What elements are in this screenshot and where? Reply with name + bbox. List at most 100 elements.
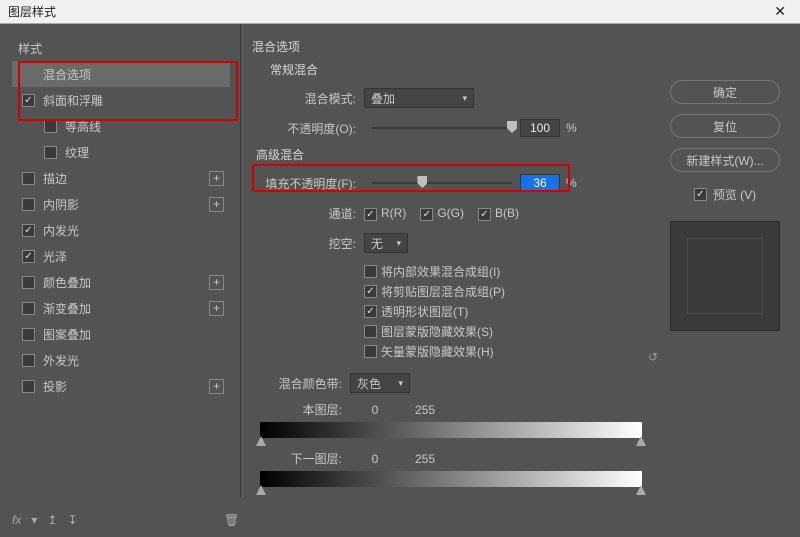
opacity-input[interactable]: 100: [520, 119, 560, 137]
option-label: 将剪贴图层混合成组(P): [381, 283, 505, 300]
adv-option-1[interactable]: 将剪贴图层混合成组(P): [364, 281, 650, 301]
styles-sidebar: 样式 混合选项斜面和浮雕等高线纹理描边+内阴影+内发光光泽颜色叠加+渐变叠加+图…: [12, 36, 230, 497]
chevron-down-icon: ▾: [396, 238, 401, 249]
style-label: 颜色叠加: [43, 274, 209, 291]
knockout-label: 挖空:: [252, 235, 364, 252]
option-label: 将内部效果混合成组(I): [381, 263, 500, 280]
style-item-5[interactable]: 内阴影+: [12, 191, 230, 217]
style-item-10[interactable]: 图案叠加: [12, 321, 230, 347]
style-label: 描边: [43, 170, 209, 187]
option-checkbox[interactable]: [364, 325, 377, 338]
preview-checkbox[interactable]: [694, 188, 707, 201]
style-item-2[interactable]: 等高线: [12, 113, 230, 139]
style-label: 投影: [43, 378, 209, 395]
blend-mode-label: 混合模式:: [252, 90, 364, 107]
option-label: 透明形状图层(T): [381, 303, 468, 320]
chevron-down-icon[interactable]: ▾: [31, 513, 37, 527]
close-icon[interactable]: ✕: [768, 3, 792, 20]
style-label: 光泽: [43, 248, 224, 265]
arrow-down-icon[interactable]: ↧: [67, 513, 77, 527]
style-checkbox[interactable]: [22, 302, 35, 315]
style-checkbox[interactable]: [22, 94, 35, 107]
style-item-6[interactable]: 内发光: [12, 217, 230, 243]
style-label: 内发光: [43, 222, 224, 239]
style-checkbox[interactable]: [22, 224, 35, 237]
adv-option-4[interactable]: 矢量蒙版隐藏效果(H): [364, 341, 650, 361]
style-label: 纹理: [65, 144, 224, 161]
style-item-4[interactable]: 描边+: [12, 165, 230, 191]
style-checkbox[interactable]: [44, 120, 57, 133]
style-item-11[interactable]: 外发光: [12, 347, 230, 373]
fill-opacity-label: 填充不透明度(F):: [252, 175, 364, 192]
style-checkbox[interactable]: [22, 380, 35, 393]
this-layer-label: 本图层:: [252, 401, 350, 418]
main-panel: 混合选项 常规混合 混合模式: 叠加 ▾ 不透明度(O): 100 % 高级混合…: [230, 36, 658, 497]
style-item-7[interactable]: 光泽: [12, 243, 230, 269]
style-label: 内阴影: [43, 196, 209, 213]
fill-opacity-slider[interactable]: [372, 176, 512, 190]
add-effect-icon[interactable]: +: [209, 301, 224, 316]
right-panel: 确定 复位 新建样式(W)... 预览 (V): [658, 36, 788, 497]
channel-g-checkbox[interactable]: [420, 208, 433, 221]
fx-menu[interactable]: fx: [12, 513, 21, 527]
opacity-label: 不透明度(O):: [252, 120, 364, 137]
arrow-up-icon[interactable]: ↥: [47, 513, 57, 527]
style-item-3[interactable]: 纹理: [12, 139, 230, 165]
style-checkbox[interactable]: [22, 172, 35, 185]
adv-option-2[interactable]: 透明形状图层(T): [364, 301, 650, 321]
style-item-0[interactable]: 混合选项: [12, 61, 230, 87]
preview-label: 预览 (V): [713, 186, 756, 203]
advanced-blend-group: 高级混合: [256, 146, 650, 163]
adv-option-0[interactable]: 将内部效果混合成组(I): [364, 261, 650, 281]
sidebar-header: 样式: [12, 36, 230, 61]
style-item-12[interactable]: 投影+: [12, 373, 230, 399]
option-checkbox[interactable]: [364, 345, 377, 358]
channel-b-checkbox[interactable]: [478, 208, 491, 221]
style-checkbox[interactable]: [22, 198, 35, 211]
option-label: 矢量蒙版隐藏效果(H): [381, 343, 494, 360]
bottom-toolbar: fx ▾ ↥ ↧: [12, 513, 78, 527]
add-effect-icon[interactable]: +: [209, 197, 224, 212]
style-label: 等高线: [65, 118, 224, 135]
channel-r-checkbox[interactable]: [364, 208, 377, 221]
option-checkbox[interactable]: [364, 305, 377, 318]
blend-if-select[interactable]: 灰色 ▾: [350, 373, 410, 393]
reset-icon[interactable]: ↺: [648, 350, 658, 364]
option-checkbox[interactable]: [364, 285, 377, 298]
under-layer-ramp[interactable]: [260, 471, 642, 487]
style-label: 混合选项: [43, 66, 224, 83]
style-checkbox[interactable]: [22, 250, 35, 263]
add-effect-icon[interactable]: +: [209, 379, 224, 394]
style-item-9[interactable]: 渐变叠加+: [12, 295, 230, 321]
knockout-select[interactable]: 无 ▾: [364, 233, 408, 253]
style-checkbox[interactable]: [22, 328, 35, 341]
trash-icon[interactable]: 🗑: [224, 513, 239, 527]
adv-option-3[interactable]: 图层蒙版隐藏效果(S): [364, 321, 650, 341]
new-style-button[interactable]: 新建样式(W)...: [670, 148, 780, 172]
blend-if-label: 混合颜色带:: [252, 375, 350, 392]
blend-mode-select[interactable]: 叠加 ▾: [364, 88, 474, 108]
fill-opacity-input[interactable]: 36: [520, 174, 560, 192]
style-checkbox[interactable]: [22, 276, 35, 289]
add-effect-icon[interactable]: +: [209, 171, 224, 186]
titlebar: 图层样式 ✕: [0, 0, 800, 24]
option-checkbox[interactable]: [364, 265, 377, 278]
style-label: 渐变叠加: [43, 300, 209, 317]
opacity-slider[interactable]: [372, 121, 512, 135]
dialog-body: 样式 混合选项斜面和浮雕等高线纹理描边+内阴影+内发光光泽颜色叠加+渐变叠加+图…: [0, 24, 800, 537]
section-title: 混合选项: [252, 38, 650, 55]
chevron-down-icon: ▾: [462, 93, 467, 104]
ok-button[interactable]: 确定: [670, 80, 780, 104]
this-layer-ramp[interactable]: [260, 422, 642, 438]
style-checkbox[interactable]: [44, 146, 57, 159]
style-checkbox[interactable]: [22, 354, 35, 367]
style-item-1[interactable]: 斜面和浮雕: [12, 87, 230, 113]
channels-label: 通道:: [252, 205, 364, 222]
preview-swatch: [670, 221, 780, 331]
style-item-8[interactable]: 颜色叠加+: [12, 269, 230, 295]
add-effect-icon[interactable]: +: [209, 275, 224, 290]
style-label: 外发光: [43, 352, 224, 369]
cancel-button[interactable]: 复位: [670, 114, 780, 138]
style-label: 图案叠加: [43, 326, 224, 343]
option-label: 图层蒙版隐藏效果(S): [381, 323, 493, 340]
